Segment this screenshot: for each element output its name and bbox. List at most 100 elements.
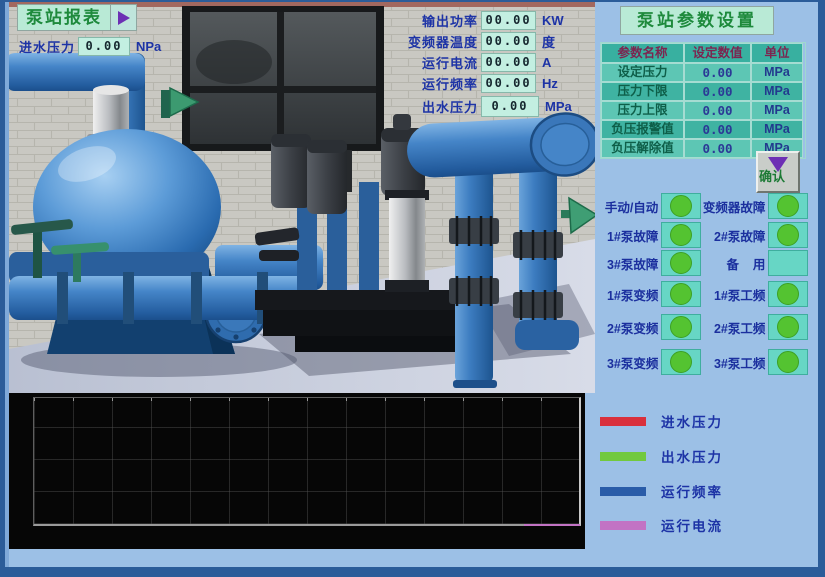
legend-item: 进水压力 [600, 410, 723, 432]
flange-coupling [449, 216, 499, 246]
lamp-icon [670, 283, 692, 305]
settings-panel-title: 泵站参数设置 [620, 6, 774, 35]
inlet-pressure-label: 进水压力 [13, 37, 75, 56]
lamp-icon [670, 195, 692, 217]
status-lamp-pump2-vfd [661, 314, 701, 340]
frame-inner-strip [5, 0, 9, 577]
status-label: 手动/自动 [593, 197, 658, 216]
frame-edge-left [0, 0, 5, 577]
header-unit: 单位 [751, 43, 803, 63]
play-icon [118, 11, 130, 25]
frame-edge-bottom [0, 567, 825, 577]
status-label: 3#泵工频 [703, 353, 765, 372]
status-lamp-pump3-fault [661, 250, 701, 276]
readout-value: 00.00 [481, 32, 536, 51]
lamp-icon [777, 316, 799, 338]
lamp-icon [777, 283, 799, 305]
param-name: 压力上限 [601, 101, 684, 120]
table-row: 设定压力 0.00 MPa [601, 63, 805, 82]
status-label: 2#泵工频 [703, 318, 765, 337]
param-value-input[interactable]: 0.00 [684, 82, 751, 101]
status-label: 1#泵工频 [703, 285, 765, 304]
param-name: 负压报警值 [601, 120, 684, 139]
axis-ticks [34, 398, 579, 401]
pump-motor [307, 140, 347, 214]
pump-station-hmi-screen: 泵站报表 进水压力 0.00 NPa 输出功率 00.00 KW 变频器温度 0… [0, 0, 825, 577]
output-power-readout: 输出功率 00.00 KW [392, 11, 564, 30]
param-value-input[interactable]: 0.00 [684, 101, 751, 120]
lamp-icon [670, 252, 692, 274]
status-label: 2#泵故障 [703, 226, 765, 245]
status-lamp-pump1-fault [661, 222, 701, 248]
pump-motor [271, 134, 311, 208]
status-row: 1#泵变频 1#泵工频 [593, 281, 808, 307]
param-name: 负压解除值 [601, 139, 684, 158]
table-row: 压力上限 0.00 MPa [601, 101, 805, 120]
readout-label: 运行频率 [392, 74, 478, 93]
status-label: 2#泵变频 [593, 318, 658, 337]
lamp-icon [777, 224, 799, 246]
legend-swatch-magenta [600, 521, 646, 530]
status-row: 3#泵变频 3#泵工频 [593, 349, 808, 375]
trend-chart [9, 393, 585, 549]
running-current-readout: 运行电流 00.00 A [392, 53, 551, 72]
legend-swatch-red [600, 417, 646, 426]
status-row: 2#泵变频 2#泵工频 [593, 314, 808, 340]
status-lamp-pump2-fault [768, 222, 808, 248]
param-value-input[interactable]: 0.00 [684, 63, 751, 82]
legend-item: 出水压力 [600, 445, 723, 467]
legend-swatch-blue [600, 487, 646, 496]
lamp-icon [777, 351, 799, 373]
report-button-label[interactable]: 泵站报表 [17, 4, 111, 31]
legend-label: 出水压力 [661, 446, 723, 466]
param-value-input[interactable]: 0.00 [684, 139, 751, 158]
flange-coupling [513, 230, 563, 260]
trend-plot-area [33, 397, 581, 526]
status-lamp-manual-auto [661, 193, 701, 219]
readout-label: 变频器温度 [392, 32, 478, 51]
status-row: 3#泵故障 备 用 [593, 250, 808, 276]
outlet-pressure-value: 0.00 [481, 96, 539, 117]
readout-unit: 度 [542, 32, 555, 51]
status-label: 3#泵变频 [593, 353, 658, 372]
table-row: 负压报警值 0.00 MPa [601, 120, 805, 139]
status-lamp-spare [768, 250, 808, 276]
readout-value: 00.00 [481, 53, 536, 72]
readout-unit: A [542, 55, 551, 70]
param-unit: MPa [751, 101, 803, 120]
confirm-button[interactable]: 确认 [756, 151, 800, 193]
param-unit: MPa [751, 120, 803, 139]
running-frequency-readout: 运行频率 00.00 Hz [392, 74, 558, 93]
inlet-pressure-value: 0.00 [78, 37, 130, 56]
lamp-icon [670, 351, 692, 373]
param-name: 压力下限 [601, 82, 684, 101]
outlet-pressure-label: 出水压力 [392, 97, 478, 116]
status-row: 1#泵故障 2#泵故障 [593, 222, 808, 248]
header-param-name: 参数名称 [601, 43, 684, 63]
running-current-trace [524, 524, 580, 526]
confirm-button-label: 确认 [759, 166, 785, 185]
legend-label: 进水压力 [661, 411, 723, 431]
readout-unit: Hz [542, 76, 558, 91]
vfd-temperature-readout: 变频器温度 00.00 度 [392, 32, 555, 51]
status-lamp-pump3-mains [768, 349, 808, 375]
pump-body-silver [385, 190, 429, 292]
settings-table: 参数名称 设定数值 单位 设定压力 0.00 MPa 压力下限 0.00 MPa… [600, 42, 806, 159]
param-value-input[interactable]: 0.00 [684, 120, 751, 139]
status-label: 备 用 [703, 254, 765, 273]
legend-label: 运行频率 [661, 481, 723, 501]
legend-swatch-green [600, 452, 646, 461]
status-lamp-pump1-mains [768, 281, 808, 307]
readout-value: 00.00 [481, 11, 536, 30]
readout-label: 输出功率 [392, 11, 478, 30]
report-button[interactable]: 泵站报表 [17, 4, 137, 31]
readout-value: 00.00 [481, 74, 536, 93]
status-label: 3#泵故障 [593, 254, 658, 273]
inlet-pressure-unit: NPa [136, 39, 161, 54]
table-row: 压力下限 0.00 MPa [601, 82, 805, 101]
frame-edge-right [818, 0, 825, 577]
status-lamp-pump3-vfd [661, 349, 701, 375]
settings-table-header: 参数名称 设定数值 单位 [601, 43, 805, 63]
outlet-pressure-readout: 出水压力 0.00 MPa [392, 96, 572, 117]
outlet-pressure-unit: MPa [545, 99, 572, 114]
